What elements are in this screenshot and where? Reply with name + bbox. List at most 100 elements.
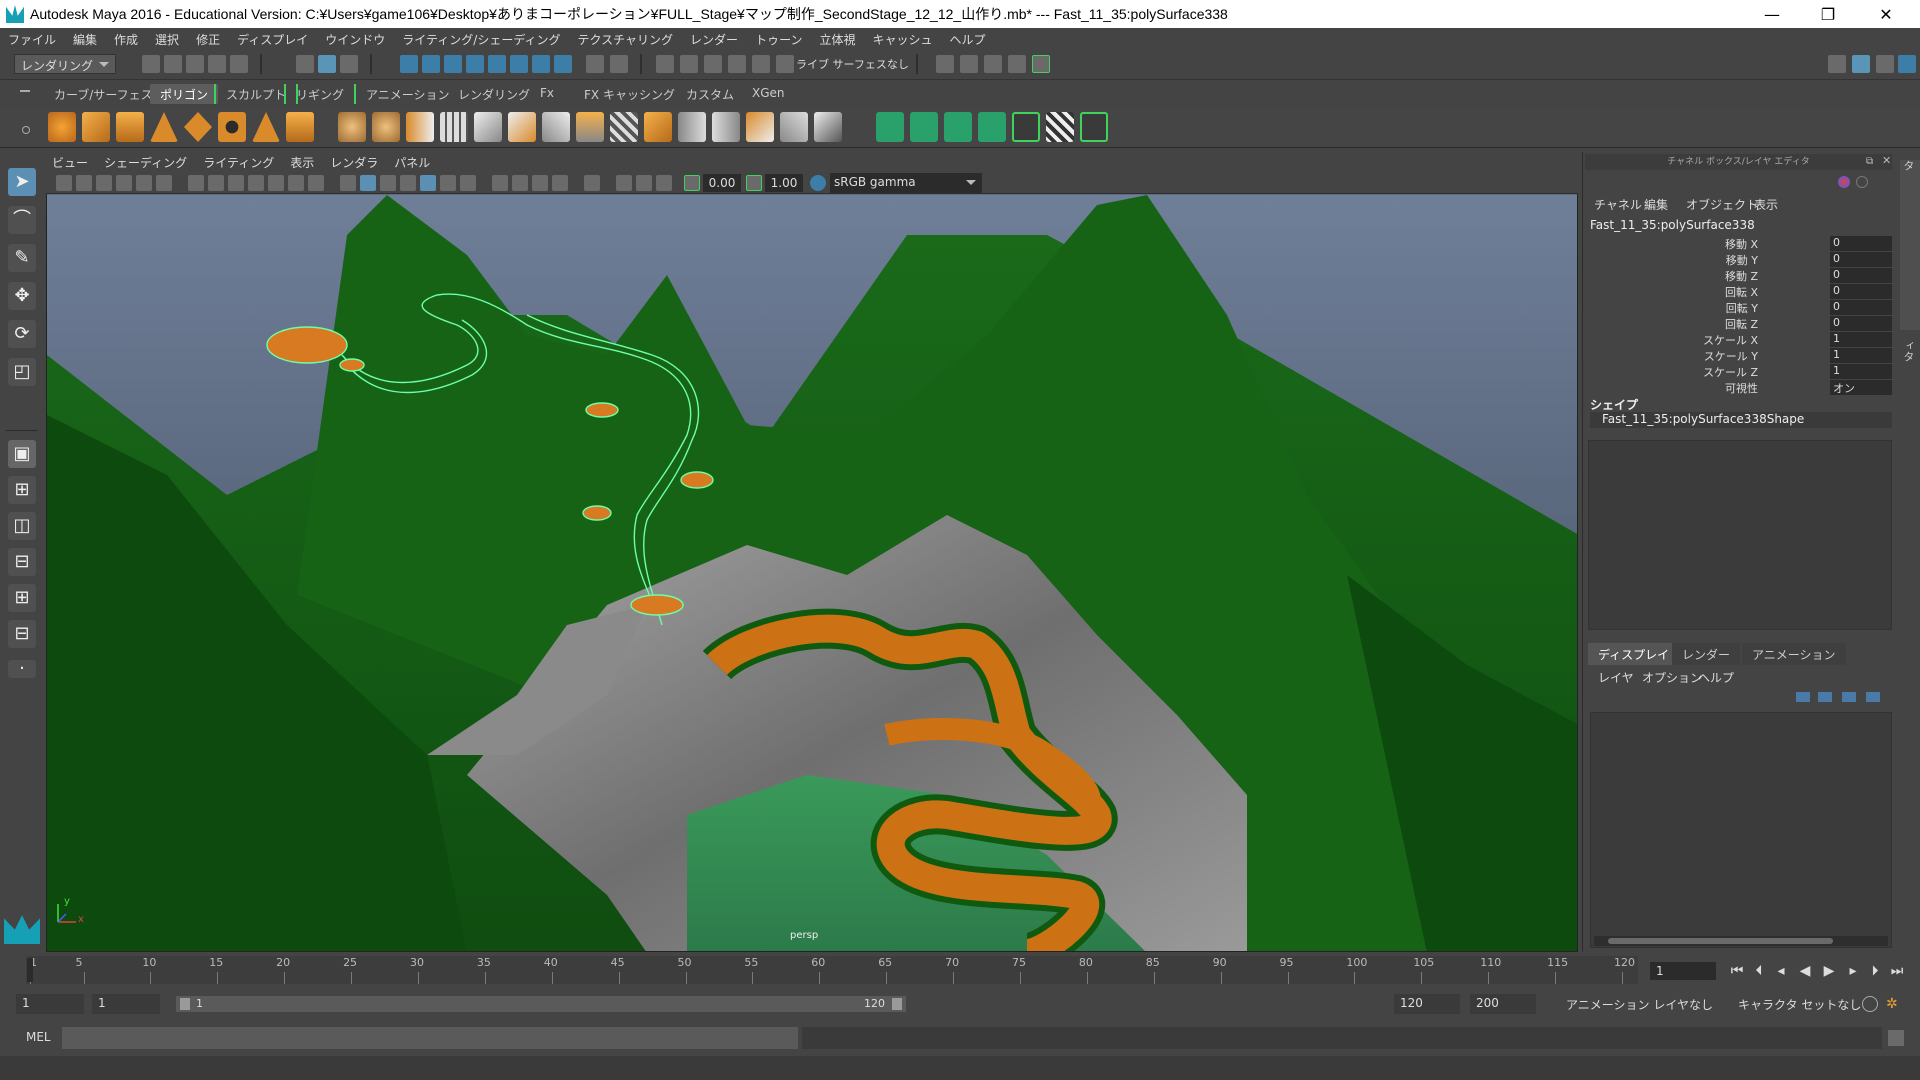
vp-menu-shading[interactable]: シェーディング: [104, 154, 187, 171]
go-to-start-icon[interactable]: ⏮: [1728, 962, 1746, 980]
attr-value[interactable]: 0: [1830, 252, 1892, 267]
film-gate-icon[interactable]: [208, 175, 224, 191]
close-button[interactable]: ✕: [1858, 0, 1914, 28]
new-layer-selected-icon[interactable]: [1842, 692, 1856, 702]
scale-tool[interactable]: ◰: [8, 358, 36, 386]
cb-menu-edit[interactable]: 編集: [1644, 196, 1668, 213]
motion-blur-icon[interactable]: [492, 175, 508, 191]
paint-select-tool[interactable]: ✎: [8, 244, 36, 272]
poly-sphere-icon[interactable]: [48, 112, 76, 142]
live-surface-label[interactable]: ライブ サーフェスなし: [796, 56, 909, 72]
tab-animation[interactable]: アニメーション: [356, 84, 460, 104]
color-management-icon[interactable]: [810, 175, 826, 191]
attr-translate-x[interactable]: 移動 X0: [1590, 236, 1892, 252]
exposure-field[interactable]: 0.00: [703, 174, 741, 192]
2d-pan-zoom-icon[interactable]: [136, 175, 152, 191]
layer-tab-animation[interactable]: アニメーション: [1742, 643, 1846, 665]
manipulator-icon[interactable]: [1856, 176, 1868, 188]
select-deformation-icon[interactable]: [488, 55, 506, 73]
tab-custom[interactable]: カスタム: [676, 84, 744, 104]
planar-mapping-icon[interactable]: [876, 112, 904, 142]
vp-menu-show[interactable]: 表示: [290, 154, 314, 171]
gamma-field[interactable]: 1.00: [765, 174, 803, 192]
menu-display[interactable]: ディスプレイ: [237, 31, 308, 48]
select-rendering-icon[interactable]: [532, 55, 550, 73]
attr-rotate-x[interactable]: 回転 X0: [1590, 284, 1892, 300]
uv-editor-icon[interactable]: [1012, 112, 1040, 142]
gamma-icon[interactable]: [746, 175, 762, 191]
xray-components-icon[interactable]: [636, 175, 652, 191]
attr-rotate-z[interactable]: 回転 Z0: [1590, 316, 1892, 332]
attr-rotate-y[interactable]: 回転 Y0: [1590, 300, 1892, 316]
layer-scroll-thumb[interactable]: [1608, 938, 1833, 944]
poly-cube-icon[interactable]: [82, 112, 110, 142]
isolate-select-icon[interactable]: [552, 175, 568, 191]
scene-render[interactable]: [47, 195, 1578, 952]
select-tool[interactable]: ➤: [8, 168, 36, 196]
range-slider-end-handle[interactable]: [892, 998, 902, 1010]
automatic-mapping-icon[interactable]: [978, 112, 1006, 142]
cb-menu-channels[interactable]: チャネル: [1594, 196, 1642, 213]
step-forward-icon[interactable]: ⏵: [1866, 962, 1884, 980]
snap-curve-icon[interactable]: [680, 55, 698, 73]
highlight-selection-icon[interactable]: [610, 55, 628, 73]
wireframe-on-shaded-icon[interactable]: [380, 175, 396, 191]
mirror-icon[interactable]: [406, 112, 434, 142]
restore-button[interactable]: ❐: [1800, 0, 1856, 28]
custom-layout[interactable]: ⊟: [8, 620, 36, 648]
merge-icon[interactable]: [746, 112, 774, 142]
depth-of-field-icon[interactable]: [532, 175, 548, 191]
extrude-icon[interactable]: [508, 112, 536, 142]
channel-box-toggle-icon[interactable]: [1852, 55, 1870, 73]
field-chart-icon[interactable]: [268, 175, 284, 191]
select-joint-icon[interactable]: [422, 55, 440, 73]
open-scene-icon[interactable]: [164, 55, 182, 73]
bridge-icon[interactable]: [576, 112, 604, 142]
menu-modify[interactable]: 修正: [196, 31, 220, 48]
go-to-end-icon[interactable]: ⏭: [1888, 962, 1906, 980]
layer-list[interactable]: [1590, 712, 1892, 948]
resolution-gate-icon[interactable]: [228, 175, 244, 191]
script-editor-icon[interactable]: [1888, 1030, 1904, 1046]
playback-start-field[interactable]: 1: [92, 994, 160, 1014]
cb-menu-object[interactable]: オブジェクト: [1686, 196, 1758, 213]
offset-edge-loop-icon[interactable]: [712, 112, 740, 142]
current-frame-field[interactable]: 1: [1650, 962, 1716, 980]
hypershade-icon[interactable]: [1032, 55, 1050, 73]
vp-menu-view[interactable]: ビュー: [52, 154, 88, 171]
vp-menu-panels[interactable]: パネル: [394, 154, 430, 171]
combine-icon[interactable]: [338, 112, 366, 142]
tab-rendering[interactable]: レンダリング: [448, 84, 540, 104]
menu-toon[interactable]: トゥーン: [755, 31, 802, 48]
cb-menu-show[interactable]: 表示: [1754, 196, 1778, 213]
ipr-render-icon[interactable]: [984, 55, 1002, 73]
menu-edit[interactable]: 編集: [73, 31, 97, 48]
side-tab-attribute-editor[interactable]: アトリビュート エディタ: [1900, 340, 1920, 450]
snap-point-icon[interactable]: [704, 55, 722, 73]
attr-value[interactable]: 1: [1830, 332, 1892, 347]
attr-value[interactable]: 0: [1830, 236, 1892, 251]
insert-edge-loop-icon[interactable]: [678, 112, 706, 142]
checker-icon[interactable]: [1046, 112, 1074, 142]
tab-fx-caching[interactable]: FX キャッシング: [574, 84, 685, 104]
poly-cylinder-icon[interactable]: [116, 112, 144, 142]
use-all-lights-icon[interactable]: [420, 175, 436, 191]
layer-menu-layers[interactable]: レイヤ: [1598, 669, 1634, 686]
layer-menu-options[interactable]: オプション: [1642, 669, 1702, 686]
tab-polygons[interactable]: ポリゴン: [150, 84, 219, 104]
attr-value[interactable]: 0: [1830, 300, 1892, 315]
menu-stereo[interactable]: 立体視: [819, 31, 855, 48]
attribute-editor-icon[interactable]: [1898, 55, 1916, 73]
history-icon[interactable]: [776, 55, 794, 73]
append-polygon-icon[interactable]: [610, 112, 638, 142]
camera-select-icon[interactable]: [56, 175, 72, 191]
ambient-occlusion-icon[interactable]: [460, 175, 476, 191]
vp-menu-renderer[interactable]: レンダラ: [330, 154, 378, 171]
save-scene-icon[interactable]: [186, 55, 204, 73]
step-back-icon[interactable]: ⏴: [1750, 962, 1768, 980]
smooth-shade-icon[interactable]: [360, 175, 376, 191]
minimize-button[interactable]: —: [1744, 0, 1800, 28]
gate-mask-icon[interactable]: [248, 175, 264, 191]
four-view-layout[interactable]: ⊞: [8, 476, 36, 504]
float-panel-icon[interactable]: ⧉: [1866, 156, 1873, 167]
